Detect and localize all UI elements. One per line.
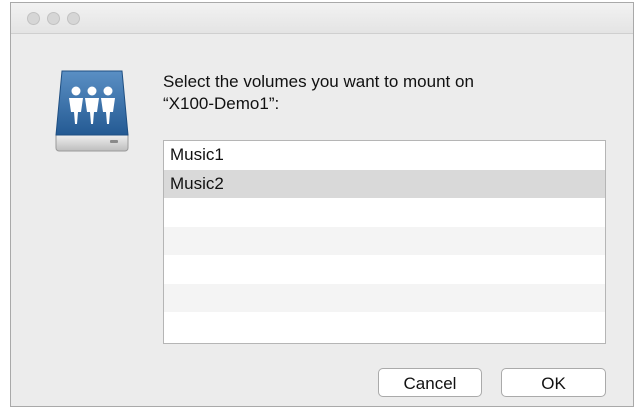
ok-button[interactable]: OK [501,368,606,397]
minimize-window-button[interactable] [47,12,60,25]
close-window-button[interactable] [27,12,40,25]
mount-prompt-text: Select the volumes you want to mount on … [163,72,474,113]
mount-volumes-dialog: Select the volumes you want to mount on … [10,2,634,407]
title-bar [11,3,633,34]
volume-item-music2[interactable]: Music2 [164,169,605,198]
volume-list[interactable]: Music1 Music2 [163,140,606,344]
volume-list-empty-row [164,255,605,284]
volume-item-music1[interactable]: Music1 [164,141,605,170]
volume-list-empty-row [164,198,605,227]
volume-list-empty-row [164,283,605,312]
zoom-window-button[interactable] [67,12,80,25]
volume-list-empty-row [164,312,605,341]
shared-server-icon [55,70,129,152]
cancel-button[interactable]: Cancel [378,368,482,397]
volume-list-empty-row [164,226,605,255]
